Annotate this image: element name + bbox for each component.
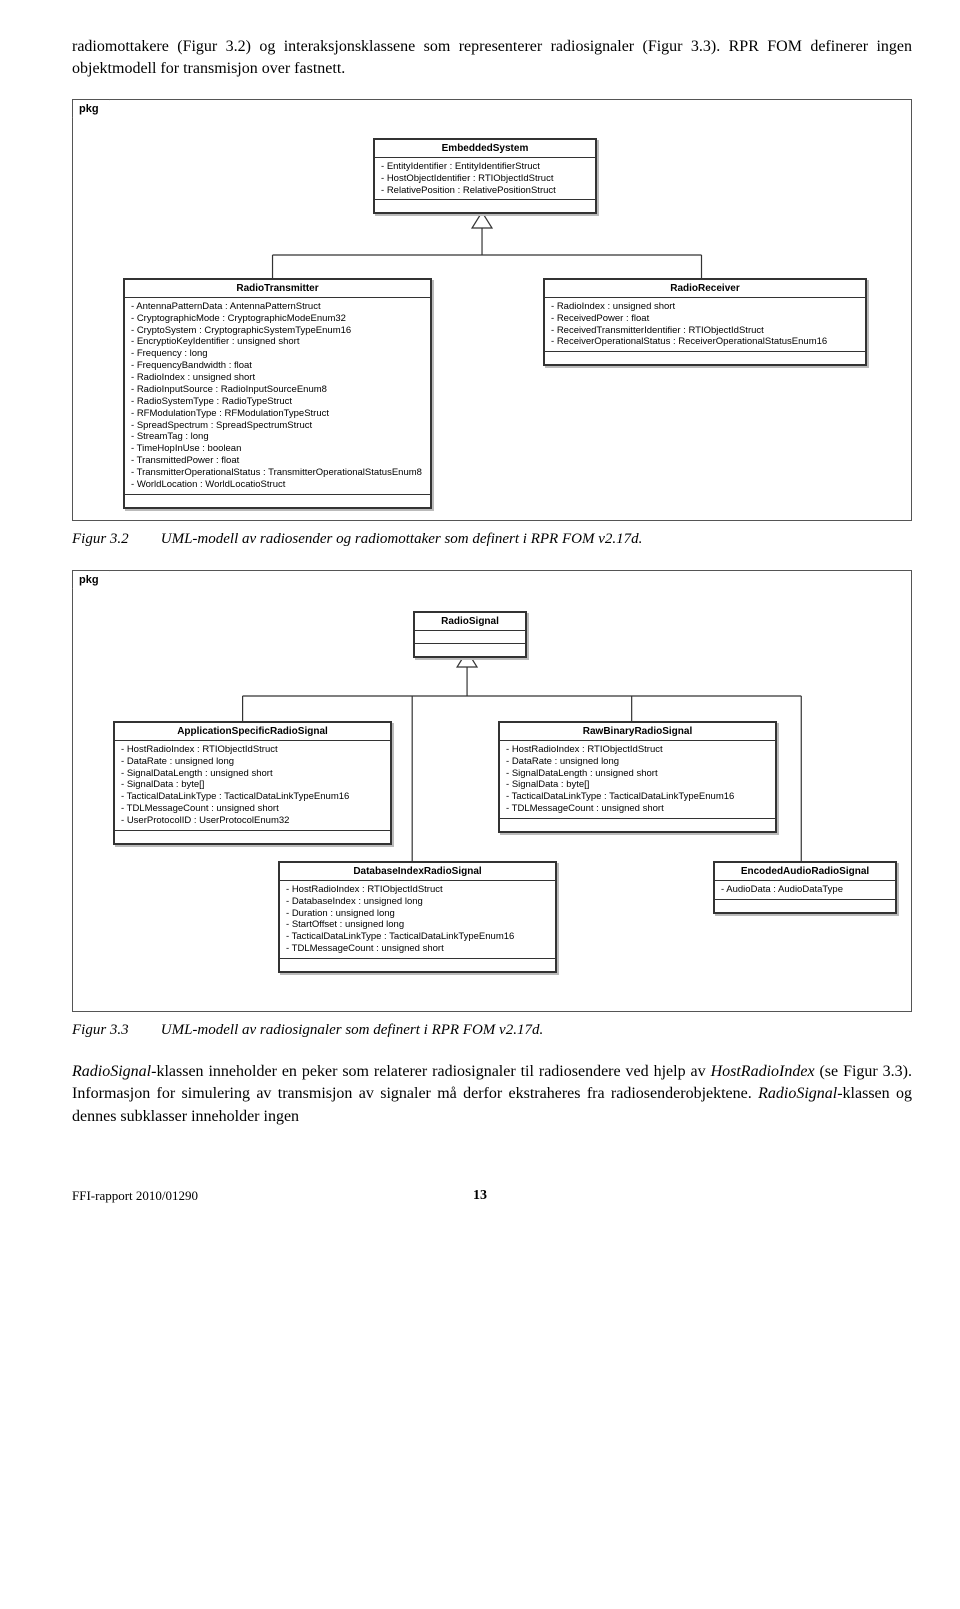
pkg-label: pkg	[72, 99, 110, 118]
pkg-label: pkg	[72, 570, 110, 589]
class-attrs: RadioIndex : unsigned shortReceivedPower…	[545, 298, 865, 353]
uml-class-embeddedsystem: EmbeddedSystem EntityIdentifier : Entity…	[373, 138, 597, 215]
uml-class-applicationspecificradiosignal: ApplicationSpecificRadioSignal HostRadio…	[113, 721, 392, 845]
class-attrs: HostRadioIndex : RTIObjectIdStructDataba…	[280, 881, 555, 959]
class-ops	[125, 495, 430, 507]
figure-3-2-diagram: pkg EmbeddedSystem EntityIdentifier : En…	[72, 99, 912, 521]
class-title: DatabaseIndexRadioSignal	[280, 863, 555, 881]
uml-class-radiosignal: RadioSignal	[413, 611, 527, 658]
uml-class-rawbinaryradiosignal: RawBinaryRadioSignal HostRadioIndex : RT…	[498, 721, 777, 833]
class-attrs: AudioData : AudioDataType	[715, 881, 895, 900]
caption-number: Figur 3.2	[72, 531, 157, 548]
class-ops	[375, 200, 595, 212]
class-title: ApplicationSpecificRadioSignal	[115, 723, 390, 741]
class-attrs: EntityIdentifier : EntityIdentifierStruc…	[375, 158, 595, 201]
class-ops	[715, 900, 895, 912]
figure-3-3-diagram: pkg RadioSignal ApplicationSpecificRadio…	[72, 570, 912, 1012]
class-ops	[545, 352, 865, 364]
report-id: FFI-rapport 2010/01290	[72, 1188, 198, 1204]
class-attrs	[415, 631, 525, 644]
paragraph-text: RadioSignal-klassen inneholder en peker …	[72, 1063, 912, 1125]
caption-text: UML-modell av radiosignaler som definert…	[161, 1022, 543, 1038]
figure-3-3-caption: Figur 3.3 UML-modell av radiosignaler so…	[72, 1022, 912, 1039]
caption-text: UML-modell av radiosender og radiomottak…	[161, 531, 643, 547]
caption-number: Figur 3.3	[72, 1022, 157, 1039]
uml-class-encodedaudioradiosignal: EncodedAudioRadioSignal AudioData : Audi…	[713, 861, 897, 914]
class-title: RadioSignal	[415, 613, 525, 631]
intro-paragraph: radiomottakere (Figur 3.2) og interaksjo…	[72, 36, 912, 81]
figure-3-2-caption: Figur 3.2 UML-modell av radiosender og r…	[72, 531, 912, 548]
body-paragraph: RadioSignal-klassen inneholder en peker …	[72, 1061, 912, 1128]
class-ops	[415, 644, 525, 656]
class-ops	[280, 959, 555, 971]
class-attrs: HostRadioIndex : RTIObjectIdStructDataRa…	[500, 741, 775, 819]
class-attrs: HostRadioIndex : RTIObjectIdStructDataRa…	[115, 741, 390, 831]
page-number: 13	[473, 1188, 487, 1204]
class-ops	[500, 819, 775, 831]
class-title: RadioReceiver	[545, 280, 865, 298]
uml-class-radioreceiver: RadioReceiver RadioIndex : unsigned shor…	[543, 278, 867, 367]
uml-class-databaseindexradiosignal: DatabaseIndexRadioSignal HostRadioIndex …	[278, 861, 557, 973]
class-title: RawBinaryRadioSignal	[500, 723, 775, 741]
class-attrs: AntennaPatternData : AntennaPatternStruc…	[125, 298, 430, 495]
class-title: EncodedAudioRadioSignal	[715, 863, 895, 881]
uml-class-radiotransmitter: RadioTransmitter AntennaPatternData : An…	[123, 278, 432, 509]
class-title: EmbeddedSystem	[375, 140, 595, 158]
page-footer: FFI-rapport 2010/01290 13	[72, 1188, 912, 1204]
class-ops	[115, 831, 390, 843]
class-title: RadioTransmitter	[125, 280, 430, 298]
